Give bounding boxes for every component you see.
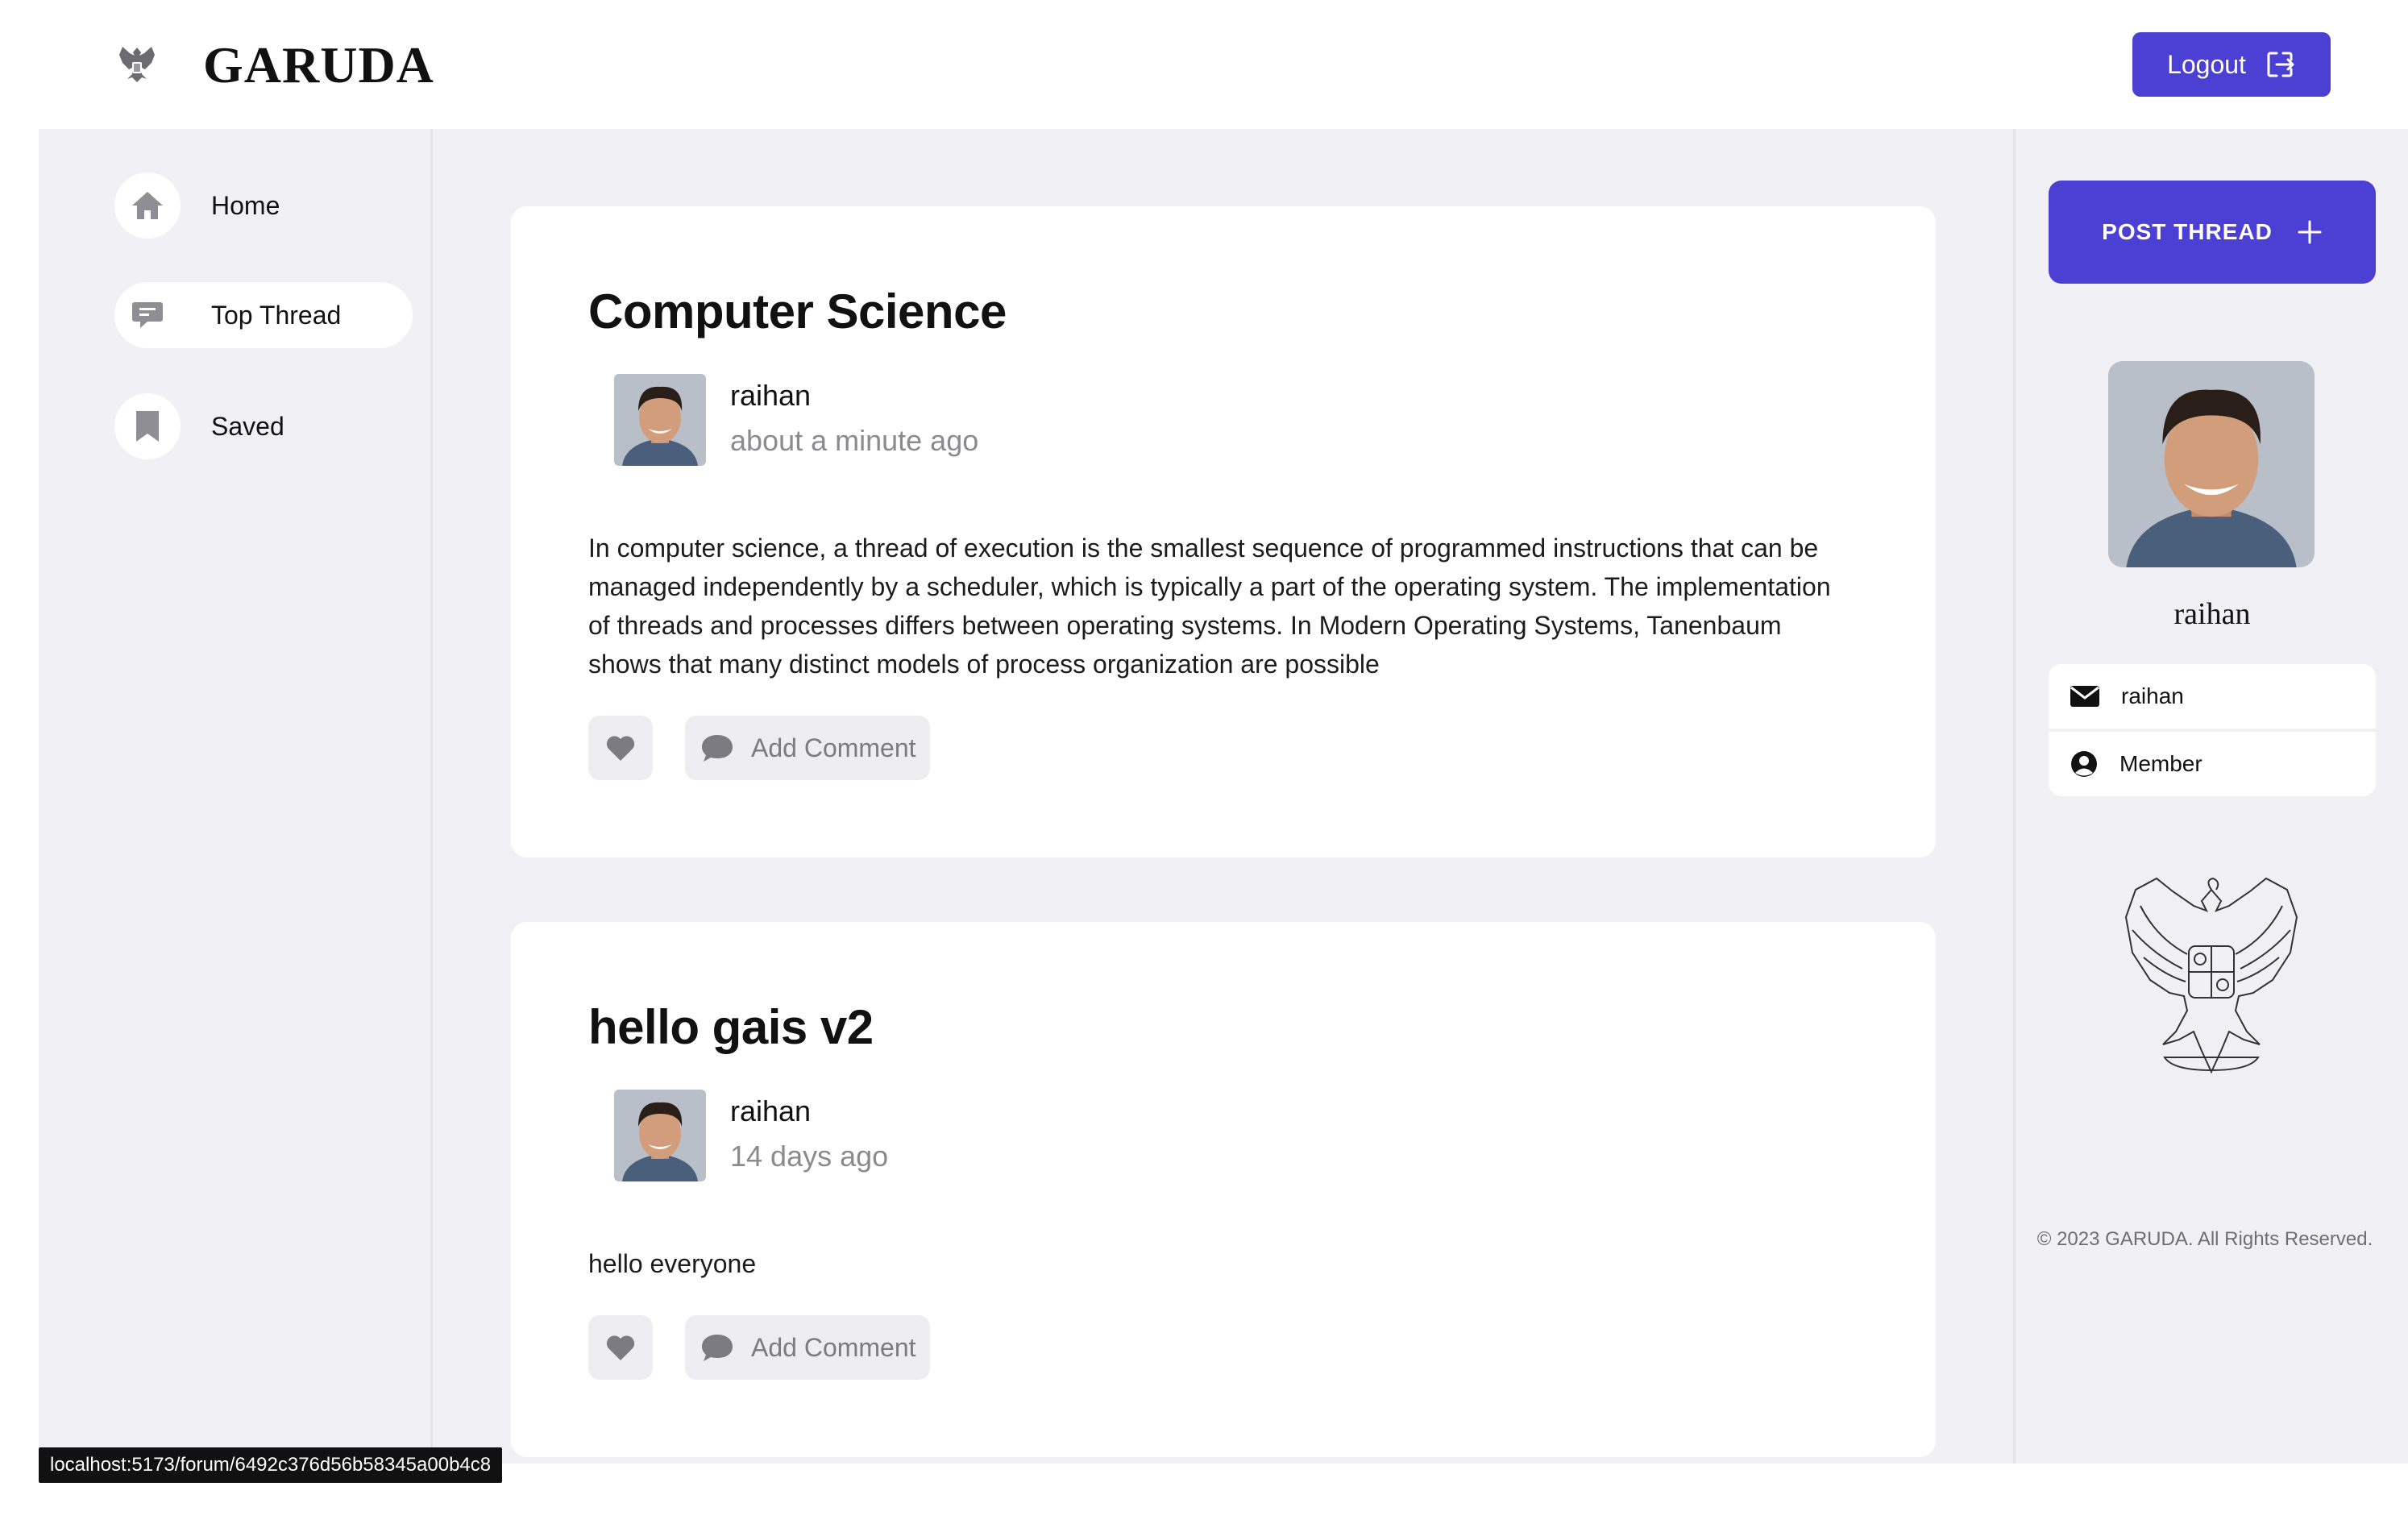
comment-icon	[702, 735, 733, 762]
sidebar-divider	[430, 129, 433, 1464]
profile-username-row: raihan	[2049, 664, 2376, 729]
user-circle-icon	[2071, 751, 2097, 777]
profile-username: raihan	[2121, 683, 2184, 708]
thread-time: 14 days ago	[730, 1140, 889, 1173]
footer-copyright: © 2023 GARUDA. All Rights Reserved.	[2036, 1228, 2373, 1250]
sidebar-item-label: Saved	[211, 411, 284, 441]
sidebar-item-top-thread[interactable]: Top Thread	[114, 282, 413, 348]
home-icon	[114, 172, 181, 239]
profile-role: Member	[2119, 751, 2202, 776]
thread-title[interactable]: hello gais v2	[588, 999, 874, 1055]
plus-icon	[2298, 220, 2322, 244]
add-comment-label: Add Comment	[751, 1332, 916, 1362]
bookmark-icon	[114, 393, 181, 459]
thread-card[interactable]: hello gais v2 raihan 14 days ago hello e…	[511, 922, 1936, 1457]
thread-body: hello everyone	[588, 1249, 757, 1278]
profile-role-row: Member	[2049, 732, 2376, 796]
thread-time: about a minute ago	[730, 424, 979, 457]
status-url: localhost:5173/forum/6492c376d56b58345a0…	[39, 1447, 503, 1483]
post-thread-button[interactable]: POST THREAD	[2049, 181, 2376, 284]
garuda-emblem-icon	[119, 47, 155, 82]
page: GARUDA Logout Home Top Thread Saved Comp…	[0, 0, 2408, 1528]
sidebar-item-label: Top Thread	[211, 300, 342, 330]
logout-label: Logout	[2167, 49, 2246, 79]
thread-author: raihan	[730, 379, 812, 412]
avatar	[614, 1090, 706, 1181]
thread-title[interactable]: Computer Science	[588, 284, 1007, 339]
brand[interactable]: GARUDA	[113, 35, 434, 95]
like-button[interactable]	[588, 716, 653, 780]
profile-name: raihan	[2173, 597, 2251, 631]
brand-name: GARUDA	[203, 36, 434, 93]
sidebar-item-label: Home	[211, 190, 280, 220]
comment-icon	[702, 1335, 733, 1361]
thread-author: raihan	[730, 1094, 812, 1127]
thread-body: In computer science, a thread of executi…	[588, 534, 1831, 679]
logout-icon	[2267, 52, 2294, 77]
mail-icon	[2070, 686, 2099, 707]
profile-avatar	[2108, 361, 2315, 567]
rightbar-divider	[2013, 129, 2016, 1464]
logout-button[interactable]: Logout	[2132, 32, 2331, 97]
avatar	[614, 374, 706, 466]
post-thread-label: POST THREAD	[2102, 219, 2273, 244]
chat-bubble-icon	[114, 282, 181, 348]
thread-card[interactable]: Computer Science raihan about a minute a…	[511, 206, 1936, 857]
sidebar-item-saved[interactable]: Saved	[114, 393, 284, 459]
heart-icon	[606, 1335, 635, 1360]
add-comment-button[interactable]: Add Comment	[685, 1315, 930, 1380]
add-comment-label: Add Comment	[751, 733, 916, 762]
like-button[interactable]	[588, 1315, 653, 1380]
add-comment-button[interactable]: Add Comment	[685, 716, 930, 780]
profile-info: raihan Member	[2049, 664, 2376, 796]
garuda-emblem-icon	[2124, 877, 2298, 1074]
sidebar-item-home[interactable]: Home	[114, 172, 280, 239]
heart-icon	[606, 736, 635, 761]
top-header: GARUDA Logout	[0, 0, 2408, 129]
